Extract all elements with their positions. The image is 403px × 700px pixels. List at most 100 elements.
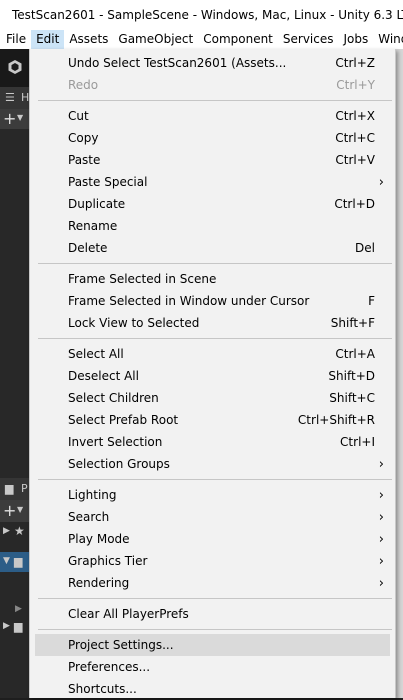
menu-item-shortcut: Ctrl+Shift+R	[297, 413, 375, 427]
menu-item-label: Duplicate	[68, 197, 126, 211]
menu-item-label: Selection Groups	[68, 457, 170, 471]
menu-item-cut[interactable]: Cut Ctrl+X	[35, 105, 390, 127]
menu-item-graphics-tier[interactable]: Graphics Tier ›	[35, 550, 390, 572]
menu-item-label: Preferences...	[68, 660, 151, 674]
menu-item-select-children[interactable]: Select Children Shift+C	[35, 387, 390, 409]
menu-file[interactable]: File	[0, 30, 31, 49]
toolbar-strip	[0, 49, 30, 87]
add-icon[interactable]: +	[3, 501, 16, 520]
menu-item-undo-select-testscan2601-assets[interactable]: Undo Select TestScan2601 (Assets... Ctrl+…	[35, 52, 390, 74]
editor-background	[0, 49, 30, 698]
expand-arrow-icon[interactable]: ▶	[3, 526, 10, 536]
menu-separator	[38, 598, 392, 599]
menu-item-shortcut: Ctrl+Y	[336, 78, 375, 92]
selected-folder-row[interactable]: ▼ ▆	[0, 552, 30, 572]
menu-item-deselect-all[interactable]: Deselect All Shift+D	[35, 365, 390, 387]
menu-item-rename[interactable]: Rename	[35, 215, 390, 237]
menu-item-shortcut: F	[368, 294, 375, 308]
menu-separator	[38, 100, 392, 101]
menu-separator	[38, 479, 392, 480]
menu-item-label: Select All	[68, 347, 124, 361]
menu-item-clear-all-playerprefs[interactable]: Clear All PlayerPrefs	[35, 603, 390, 625]
menu-item-label: Lighting	[68, 488, 117, 502]
star-icon: ★	[14, 524, 25, 538]
add-icon[interactable]: +	[3, 109, 16, 128]
menu-item-selection-groups[interactable]: Selection Groups ›	[35, 453, 390, 475]
chevron-right-icon: ›	[378, 509, 384, 525]
menu-item-label: Select Children	[68, 391, 159, 405]
menu-edit[interactable]: Edit	[31, 30, 65, 49]
menu-item-copy[interactable]: Copy Ctrl+C	[35, 127, 390, 149]
menu-item-select-all[interactable]: Select All Ctrl+A	[35, 343, 390, 365]
folder-open-icon: ▆	[14, 555, 23, 568]
menu-item-lock-view-to-selected[interactable]: Lock View to Selected Shift+F	[35, 312, 390, 334]
menu-item-label: Select Prefab Root	[68, 413, 179, 427]
menu-item-search[interactable]: Search ›	[35, 506, 390, 528]
menu-item-invert-selection[interactable]: Invert Selection Ctrl+I	[35, 431, 390, 453]
menu-item-frame-selected-in-window-under-cursor[interactable]: Frame Selected in Window under Cursor F	[35, 290, 390, 312]
menu-item-label: Search	[68, 510, 110, 524]
menu-item-delete[interactable]: Delete Del	[35, 237, 390, 259]
menu-item-project-settings[interactable]: Project Settings...	[35, 634, 390, 656]
menu-item-label: Deselect All	[68, 369, 139, 383]
chevron-down-icon[interactable]: ▼	[17, 113, 23, 122]
menu-item-label: Graphics Tier	[68, 554, 148, 568]
menu-item-shortcut: Shift+D	[328, 369, 375, 383]
project-toolbar-strip: + ▼	[0, 500, 30, 522]
chevron-right-icon: ›	[378, 487, 384, 503]
menu-item-shortcut: Ctrl+C	[335, 131, 375, 145]
hierarchy-icon: ☰	[5, 91, 15, 104]
project-tab-strip[interactable]: ▆ P	[0, 478, 30, 500]
menu-item-label: Cut	[68, 109, 89, 123]
expand-arrow-icon[interactable]: ▶	[3, 621, 10, 631]
chevron-right-icon: ›	[378, 553, 384, 569]
menu-item-rendering[interactable]: Rendering ›	[35, 572, 390, 594]
menu-gameobject[interactable]: GameObject	[113, 30, 198, 49]
edit-menu-dropdown: Undo Select TestScan2601 (Assets... Ctrl+…	[29, 49, 396, 698]
title-bar: TestScan2601 - SampleScene - Windows, Ma…	[0, 0, 403, 30]
menu-services[interactable]: Services	[278, 30, 339, 49]
expand-arrow-icon[interactable]: ▶	[15, 604, 22, 614]
menu-item-redo[interactable]: Redo Ctrl+Y	[35, 74, 390, 96]
chevron-down-icon[interactable]: ▼	[17, 505, 23, 514]
menu-item-label: Lock View to Selected	[68, 316, 200, 330]
menu-jobs[interactable]: Jobs	[339, 30, 374, 49]
menu-item-label: Play Mode	[68, 532, 130, 546]
menu-item-shortcuts[interactable]: Shortcuts...	[35, 678, 390, 700]
menu-item-play-mode[interactable]: Play Mode ›	[35, 528, 390, 550]
menu-item-label: Paste	[68, 153, 101, 167]
menu-item-shortcut: Ctrl+A	[335, 347, 375, 361]
menu-item-shortcut: Del	[355, 241, 375, 255]
window-title: TestScan2601 - SampleScene - Windows, Ma…	[12, 8, 403, 22]
menu-item-paste-special[interactable]: Paste Special ›	[35, 171, 390, 193]
project-tab-label: P	[21, 482, 28, 495]
menu-item-label: Undo Select TestScan2601 (Assets...	[68, 56, 287, 70]
menu-item-label: Rendering	[68, 576, 130, 590]
unity-account-icon[interactable]	[7, 59, 23, 75]
menu-item-lighting[interactable]: Lighting ›	[35, 484, 390, 506]
menu-item-label: Shortcuts...	[68, 682, 137, 696]
menu-item-shortcut: Ctrl+X	[335, 109, 375, 123]
menu-assets[interactable]: Assets	[64, 30, 113, 49]
folder-icon: ▆	[5, 482, 14, 495]
hierarchy-toolbar-strip: + ▼	[0, 109, 30, 129]
menu-item-label: Redo	[68, 78, 99, 92]
menu-windo[interactable]: Windo	[373, 30, 403, 49]
menu-item-shortcut: Shift+C	[329, 391, 375, 405]
menu-item-shortcut: Ctrl+D	[334, 197, 375, 211]
collapse-arrow-icon[interactable]: ▼	[3, 556, 10, 566]
menu-item-label: Project Settings...	[68, 638, 174, 652]
menu-item-duplicate[interactable]: Duplicate Ctrl+D	[35, 193, 390, 215]
menu-item-preferences[interactable]: Preferences...	[35, 656, 390, 678]
menu-separator	[38, 629, 392, 630]
menu-item-shortcut: Ctrl+Z	[335, 56, 375, 70]
hierarchy-tab-strip[interactable]: ☰ H	[0, 87, 30, 109]
menu-item-select-prefab-root[interactable]: Select Prefab Root Ctrl+Shift+R	[35, 409, 390, 431]
menu-separator	[38, 263, 392, 264]
menu-item-shortcut: Ctrl+I	[340, 435, 375, 449]
chevron-right-icon: ›	[378, 174, 384, 190]
menu-item-frame-selected-in-scene[interactable]: Frame Selected in Scene	[35, 268, 390, 290]
menu-item-paste[interactable]: Paste Ctrl+V	[35, 149, 390, 171]
menu-component[interactable]: Component	[198, 30, 278, 49]
menu-item-label: Clear All PlayerPrefs	[68, 607, 189, 621]
